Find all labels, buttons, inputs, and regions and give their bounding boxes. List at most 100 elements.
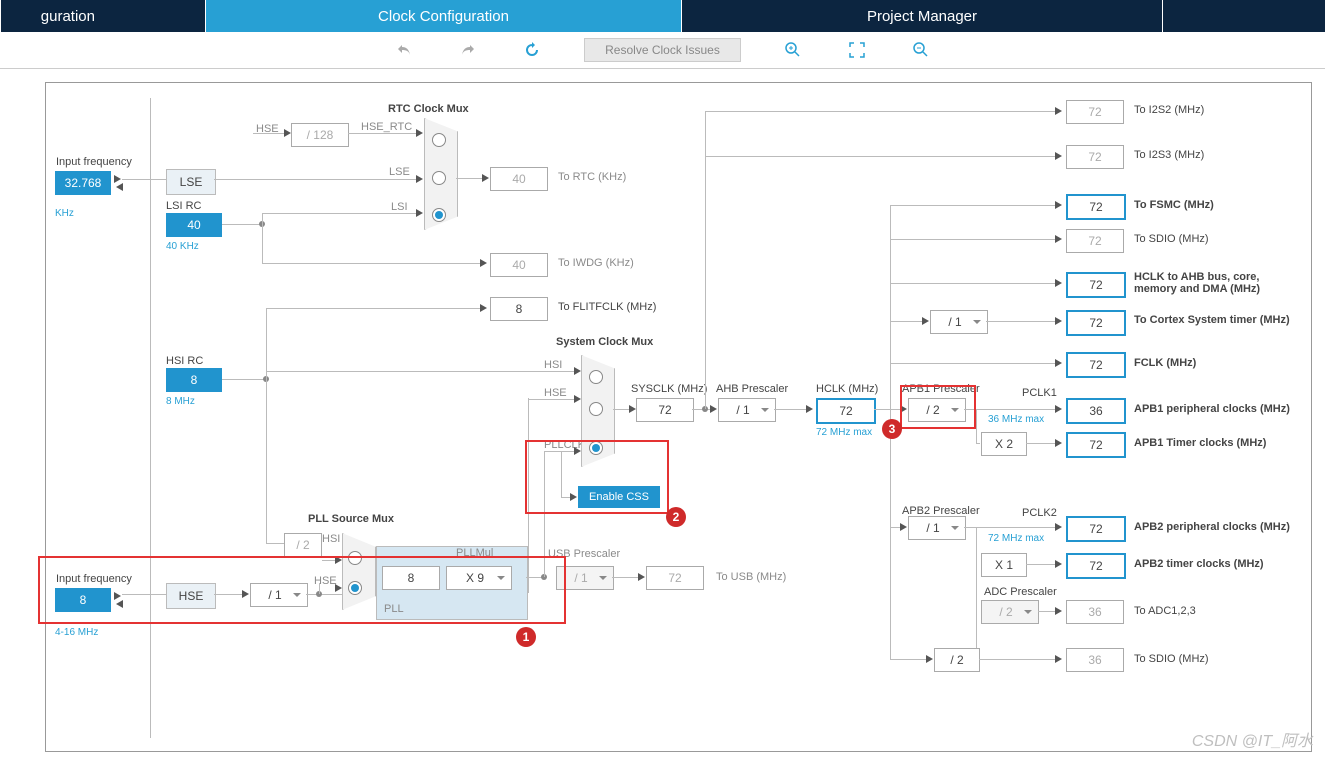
sys-sel-hsi[interactable] bbox=[589, 370, 603, 384]
enable-css-button[interactable]: Enable CSS bbox=[578, 486, 660, 508]
sys-hse-label: HSE bbox=[544, 387, 567, 399]
apb1-prescaler[interactable]: / 2 bbox=[908, 398, 966, 422]
pll-mul[interactable]: X 9 bbox=[446, 566, 512, 590]
sdio1-label: To SDIO (MHz) bbox=[1134, 233, 1209, 245]
apb2-periph-value[interactable]: 72 bbox=[1066, 516, 1126, 542]
pll-src-mux-label: PLL Source Mux bbox=[308, 513, 394, 525]
hse-rtc-label: HSE_RTC bbox=[361, 121, 412, 133]
pll-sel-hsi[interactable] bbox=[348, 551, 362, 565]
rtc-sel-lsi[interactable] bbox=[432, 208, 446, 222]
iwdg-value: 40 bbox=[490, 253, 548, 277]
annotation-marker-3: 3 bbox=[882, 419, 902, 439]
rtc-sel-lse[interactable] bbox=[432, 171, 446, 185]
apb2-x1: X 1 bbox=[981, 553, 1027, 577]
cortex-prescaler[interactable]: / 1 bbox=[930, 310, 988, 334]
apb1-label: APB1 Prescaler bbox=[902, 383, 980, 395]
annotation-marker-1: 1 bbox=[516, 627, 536, 647]
pll-input: 8 bbox=[382, 566, 440, 590]
lse-freq-value[interactable]: 32.768 bbox=[55, 171, 111, 195]
adc-value: 36 bbox=[1066, 600, 1124, 624]
apb1-x2: X 2 bbox=[981, 432, 1027, 456]
pll-sel-hse[interactable] bbox=[348, 581, 362, 595]
cortex-value[interactable]: 72 bbox=[1066, 310, 1126, 336]
hse-div128: / 128 bbox=[291, 123, 349, 147]
redo-icon[interactable] bbox=[456, 38, 480, 62]
clock-canvas: Input frequency 32.768 KHz LSE LSE LSI R… bbox=[45, 82, 1312, 752]
resolve-button[interactable]: Resolve Clock Issues bbox=[584, 38, 741, 62]
usb-prescaler[interactable]: / 1 bbox=[556, 566, 614, 590]
lse-block: LSE bbox=[166, 169, 216, 195]
zoom-in-icon[interactable] bbox=[781, 38, 805, 62]
adc-prescaler[interactable]: / 2 bbox=[981, 600, 1039, 624]
apb1-timer-value[interactable]: 72 bbox=[1066, 432, 1126, 458]
rtc-value[interactable]: 40 bbox=[490, 167, 548, 191]
tab-tools[interactable] bbox=[1162, 0, 1325, 32]
sdio2-label: To SDIO (MHz) bbox=[1134, 653, 1209, 665]
pclk1-label: PCLK1 bbox=[1022, 387, 1057, 399]
hsi-rc-label: HSI RC bbox=[166, 355, 203, 367]
sys-sel-pll[interactable] bbox=[589, 441, 603, 455]
sdio2-prescaler: / 2 bbox=[934, 648, 980, 672]
rtc-mux-label: RTC Clock Mux bbox=[388, 103, 469, 115]
lse-unit: KHz bbox=[55, 208, 74, 219]
reset-icon[interactable] bbox=[520, 38, 544, 62]
iwdg-label: To IWDG (KHz) bbox=[558, 257, 634, 269]
hse-prediv[interactable]: / 1 bbox=[250, 583, 308, 607]
i2s2-value: 72 bbox=[1066, 100, 1124, 124]
sysclk-value[interactable]: 72 bbox=[636, 398, 694, 422]
lsi-unit: 40 KHz bbox=[166, 241, 199, 252]
hsi-unit: 8 MHz bbox=[166, 396, 195, 407]
pclk1-note: 36 MHz max bbox=[988, 414, 1044, 425]
adc-label: ADC Prescaler bbox=[984, 586, 1057, 598]
pll-hse-label: HSE bbox=[314, 575, 337, 587]
apb2-timer-value[interactable]: 72 bbox=[1066, 553, 1126, 579]
hse-range: 4-16 MHz bbox=[55, 627, 98, 638]
ahb-label: AHB Prescaler bbox=[716, 383, 788, 395]
cortex-label: To Cortex System timer (MHz) bbox=[1134, 314, 1290, 326]
hclk-note: 72 MHz max bbox=[816, 427, 872, 438]
sys-hsi-label: HSI bbox=[544, 359, 562, 371]
usb-out-label: To USB (MHz) bbox=[716, 571, 786, 583]
fclk-value[interactable]: 72 bbox=[1066, 352, 1126, 378]
fsmc-value[interactable]: 72 bbox=[1066, 194, 1126, 220]
lsi-rc-label: LSI RC bbox=[166, 200, 201, 212]
pll-hsi-label: HSI bbox=[322, 533, 340, 545]
sysclk-label: SYSCLK (MHz) bbox=[631, 383, 707, 395]
hsi-div2: / 2 bbox=[284, 533, 322, 557]
flitfclk-value: 8 bbox=[490, 297, 548, 321]
lsi-signal-label: LSI bbox=[391, 201, 408, 213]
hclk-value[interactable]: 72 bbox=[816, 398, 876, 424]
fclk-label: FCLK (MHz) bbox=[1134, 357, 1196, 369]
tab-pinout[interactable]: guration bbox=[0, 0, 205, 32]
i2s2-label: To I2S2 (MHz) bbox=[1134, 104, 1204, 116]
i2s3-value: 72 bbox=[1066, 145, 1124, 169]
pllmul-label: PLLMul bbox=[456, 547, 493, 559]
lsi-value: 40 bbox=[166, 213, 222, 237]
rtc-sel-hse[interactable] bbox=[432, 133, 446, 147]
hse-freq-value[interactable]: 8 bbox=[55, 588, 111, 612]
sys-mux-label: System Clock Mux bbox=[556, 336, 653, 348]
hclk-bus-value[interactable]: 72 bbox=[1066, 272, 1126, 298]
fit-icon[interactable] bbox=[845, 38, 869, 62]
ahb-prescaler[interactable]: / 1 bbox=[718, 398, 776, 422]
hse-input-label: Input frequency bbox=[56, 573, 132, 585]
pclk2-note: 72 MHz max bbox=[988, 533, 1044, 544]
sys-sel-hse[interactable] bbox=[589, 402, 603, 416]
zoom-out-icon[interactable] bbox=[909, 38, 933, 62]
apb1-periph-value[interactable]: 36 bbox=[1066, 398, 1126, 424]
undo-icon[interactable] bbox=[392, 38, 416, 62]
usb-value: 72 bbox=[646, 566, 704, 590]
hclk-bus-label: HCLK to AHB bus, core, memory and DMA (M… bbox=[1134, 271, 1299, 295]
tab-pm[interactable]: Project Manager bbox=[681, 0, 1162, 32]
apb2-prescaler[interactable]: / 1 bbox=[908, 516, 966, 540]
flitfclk-label: To FLITFCLK (MHz) bbox=[558, 301, 656, 313]
rtc-out-label: To RTC (KHz) bbox=[558, 171, 626, 183]
pll-src-mux[interactable] bbox=[342, 533, 376, 610]
sdio1-value: 72 bbox=[1066, 229, 1124, 253]
usb-label: USB Prescaler bbox=[548, 548, 620, 560]
sdio2-value: 36 bbox=[1066, 648, 1124, 672]
tab-clock[interactable]: Clock Configuration bbox=[205, 0, 681, 32]
apb1-periph-label: APB1 peripheral clocks (MHz) bbox=[1134, 403, 1290, 415]
fsmc-label: To FSMC (MHz) bbox=[1134, 199, 1214, 211]
annotation-marker-2: 2 bbox=[666, 507, 686, 527]
